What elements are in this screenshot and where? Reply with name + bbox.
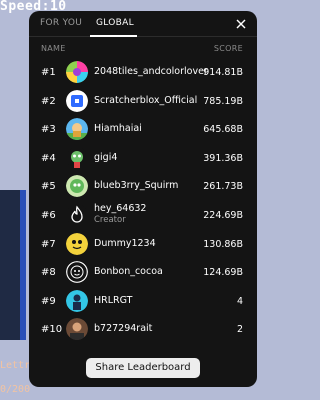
score-value: 785.19B xyxy=(203,95,243,107)
leaderboard-row[interactable]: #6 hey_64632 Creator 224.69B xyxy=(29,201,257,230)
leaderboard-row[interactable]: #7 Dummy1234 130.86B xyxy=(29,230,257,259)
avatar xyxy=(66,318,88,341)
rank-label: #8 xyxy=(41,267,56,279)
username: Hiamhaiai xyxy=(94,123,142,135)
username: gigi4 xyxy=(94,151,118,163)
avatar xyxy=(66,261,88,284)
username: 2048tiles_andcolorlover xyxy=(94,66,208,77)
username: blueb3rry_Squirm xyxy=(94,180,179,192)
avatar xyxy=(66,175,88,198)
leaderboard-row[interactable]: #2 Scratcherblox_Official 785.19B xyxy=(29,87,257,116)
close-icon xyxy=(236,19,246,29)
score-value: 124.69B xyxy=(203,267,243,279)
rank-label: #7 xyxy=(41,238,56,250)
rank-label: #3 xyxy=(41,124,56,136)
leaderboard-list: #1 2048tiles_andcolorlover 914.81B #2 Sc… xyxy=(29,58,257,344)
username: HRLRGT xyxy=(94,294,133,306)
score-value: 4 xyxy=(236,295,243,307)
rank-label: #2 xyxy=(41,95,56,107)
leaderboard-row[interactable]: #10 b727294rait 2 xyxy=(29,315,257,344)
score-value: 391.36B xyxy=(203,152,243,164)
tab-global[interactable]: GLOBAL xyxy=(96,18,134,28)
rank-label: #4 xyxy=(41,152,56,164)
column-header-name: NAME xyxy=(41,44,66,53)
tab-bar: FOR YOU GLOBAL xyxy=(29,11,257,37)
creator-label: Creator xyxy=(94,214,126,225)
score-value: 224.69B xyxy=(203,209,243,221)
column-header-score: SCORE xyxy=(213,44,243,53)
rank-label: #5 xyxy=(41,181,56,193)
score-value: 645.68B xyxy=(203,124,243,136)
username: Dummy1234 xyxy=(94,237,156,249)
share-leaderboard-button[interactable]: Share Leaderboard xyxy=(86,358,200,378)
rank-label: #9 xyxy=(41,295,56,307)
avatar xyxy=(66,289,88,312)
leaderboard-row[interactable]: #5 blueb3rry_Squirm 261.73B xyxy=(29,172,257,201)
score-value: 2 xyxy=(236,324,243,336)
background-text: Lettr xyxy=(0,360,31,371)
leaderboard-row[interactable]: #4 gigi4 391.36B xyxy=(29,144,257,173)
avatar xyxy=(66,203,88,226)
avatar xyxy=(66,61,88,83)
username: Scratcherblox_Official xyxy=(94,94,198,106)
tab-for-you[interactable]: FOR YOU xyxy=(40,18,82,28)
leaderboard-row[interactable]: #9 HRLRGT 4 xyxy=(29,287,257,316)
score-value: 261.73B xyxy=(203,181,243,193)
leaderboard-row[interactable]: #8 Bonbon_cocoa 124.69B xyxy=(29,258,257,287)
avatar xyxy=(66,118,88,141)
background-strip-accent xyxy=(20,190,26,340)
avatar xyxy=(66,232,88,255)
close-button[interactable] xyxy=(234,17,248,31)
background-counter: 0/200 xyxy=(0,384,31,395)
rank-label: #10 xyxy=(41,324,63,336)
avatar xyxy=(66,89,88,112)
background-strip xyxy=(0,190,22,340)
username: b727294rait xyxy=(94,323,153,335)
rank-label: #6 xyxy=(41,209,56,221)
score-value: 130.86B xyxy=(203,238,243,250)
leaderboard-panel: FOR YOU GLOBAL NAME SCORE #1 2048tiles_a… xyxy=(29,11,257,387)
username: Bonbon_cocoa xyxy=(94,266,163,278)
flame-icon xyxy=(66,203,88,226)
score-value: 914.81B xyxy=(203,67,243,78)
leaderboard-row[interactable]: #1 2048tiles_andcolorlover 914.81B xyxy=(29,58,257,87)
leaderboard-row[interactable]: #3 Hiamhaiai 645.68B xyxy=(29,115,257,144)
active-tab-indicator xyxy=(90,35,137,37)
rank-label: #1 xyxy=(41,67,56,78)
avatar xyxy=(66,146,88,169)
username: hey_64632 xyxy=(94,202,147,214)
